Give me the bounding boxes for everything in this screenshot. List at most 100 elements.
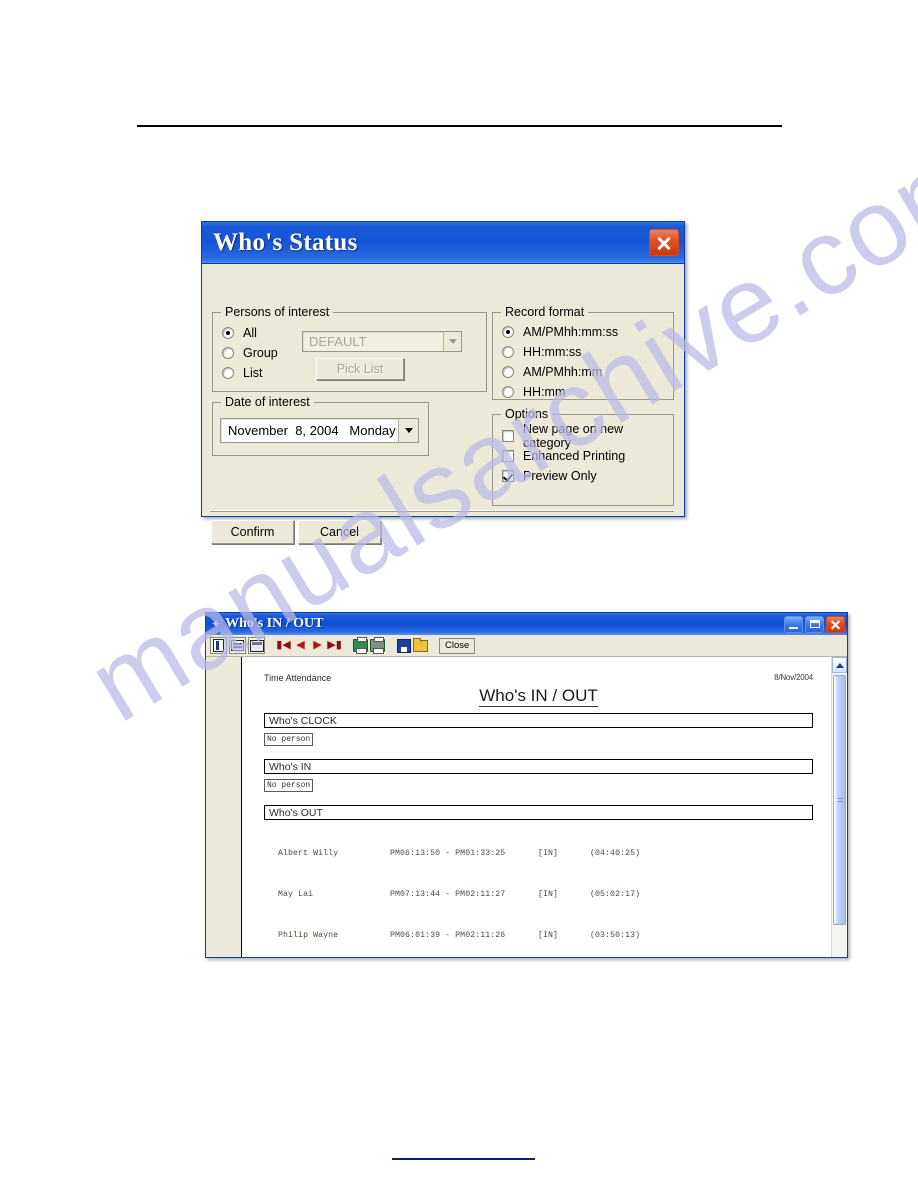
view-whole-page-icon[interactable] — [229, 637, 246, 654]
radio-list-icon — [222, 367, 234, 379]
checkbox-preview-only-label: Preview Only — [523, 469, 597, 483]
preview-titlebar: ✦ Who's IN / OUT — [206, 613, 847, 635]
group-select[interactable]: DEFAULT — [302, 331, 462, 352]
whos-in-out-window: ✦ Who's IN / OUT ▮◀ ◀ ▶ ▶▮ Close Time At… — [205, 612, 848, 958]
dialog-title: Who's Status — [213, 228, 358, 256]
radio-all-icon — [222, 327, 234, 339]
report-title: Who's IN / OUT — [479, 686, 598, 707]
row-duration: (04:40:25) — [590, 849, 641, 859]
report-header: Time Attendance 8/Nov/2004 — [264, 673, 813, 683]
preview-client-area: Time Attendance 8/Nov/2004 Who's IN / OU… — [206, 657, 847, 957]
caption-buttons — [784, 615, 845, 633]
options-group: Options New page on new category Enhance… — [492, 407, 674, 506]
view-single-page-icon[interactable] — [210, 637, 227, 654]
row-flag: [IN] — [538, 889, 559, 899]
confirm-button[interactable]: Confirm — [211, 520, 294, 544]
view-two-page-icon[interactable] — [248, 637, 265, 654]
radio-list[interactable]: List — [222, 363, 278, 383]
radio-list-label: List — [243, 366, 263, 380]
radio-hh-mm-icon — [502, 386, 514, 398]
radio-group-label: Group — [243, 346, 278, 360]
persons-of-interest-group: Persons of interest All Group List DEFAU… — [212, 305, 487, 392]
persons-of-interest-legend: Persons of interest — [221, 305, 334, 319]
close-icon[interactable] — [649, 229, 679, 256]
cancel-button[interactable]: Cancel — [298, 520, 381, 544]
row-times: PM07:13:44 - PM02:11:27 — [390, 889, 506, 899]
radio-ampm-hhmmss-label: AM/PMhh:mm:ss — [523, 325, 619, 339]
radio-ampm-hhmmss[interactable]: AM/PMhh:mm:ss — [502, 322, 618, 342]
pick-list-button[interactable]: Pick List — [316, 358, 404, 380]
preview-left-margin — [206, 657, 242, 957]
row-times: PM06:13:50 - PM01:33:25 — [390, 849, 506, 859]
section-tally: No person — [264, 779, 314, 792]
section-heading: Who's CLOCK — [264, 713, 813, 728]
print-icon[interactable] — [353, 637, 368, 654]
dialog-body: Persons of interest All Group List DEFAU… — [202, 264, 684, 544]
first-page-icon[interactable]: ▮◀ — [276, 638, 291, 653]
checkbox-new-page-on-new-category[interactable]: New page on new category — [502, 422, 673, 450]
radio-ampm-hhmm-label: AM/PMhh:mm — [523, 365, 603, 379]
radio-hh-mm-ss[interactable]: HH:mm:ss — [502, 342, 618, 362]
radio-all-label: All — [243, 326, 257, 340]
report-header-date: 8/Nov/2004 — [774, 673, 813, 682]
preview-title: Who's IN / OUT — [225, 616, 324, 631]
table-row: Philip Wayne PM06:01:39 - PM02:11:26 [IN] (… — [278, 929, 813, 943]
record-format-group: Record format AM/PMhh:mm:ss HH:mm:ss AM/… — [492, 305, 674, 402]
chevron-down-icon[interactable] — [443, 332, 461, 351]
row-name: May Lai — [278, 889, 314, 899]
chevron-down-icon[interactable] — [398, 419, 418, 442]
scroll-up-icon[interactable] — [832, 657, 847, 673]
dialog-titlebar: Who's Status — [202, 222, 684, 264]
radio-ampm-hhmmss-icon — [502, 326, 514, 338]
close-icon[interactable] — [826, 615, 845, 633]
table-row: May Lai PM07:13:44 - PM02:11:27 [IN] (05:02… — [278, 888, 813, 902]
date-of-interest-legend: Date of interest — [221, 395, 314, 409]
report-section: Who's CLOCK No person — [264, 713, 813, 746]
report-rows: Albert Willy PM06:13:50 - PM01:33:25 [IN] (… — [264, 820, 813, 957]
date-picker-value: November 8, 2004 Monday — [228, 423, 396, 438]
row-name: Philip Wayne — [278, 930, 339, 940]
app-icon: ✦ — [211, 616, 222, 631]
radio-ampm-hhmm-icon — [502, 366, 514, 378]
report-body: Time Attendance 8/Nov/2004 Who's IN / OU… — [242, 657, 831, 957]
save-icon[interactable] — [396, 638, 411, 653]
close-button[interactable]: Close — [439, 637, 476, 654]
preview-toolbar: ▮◀ ◀ ▶ ▶▮ Close — [206, 635, 847, 657]
checkbox-enhanced-printing-label: Enhanced Printing — [523, 449, 626, 463]
row-duration: (03:50:13) — [590, 930, 641, 940]
table-row: Albert Willy PM06:13:50 - PM01:33:25 [IN] (… — [278, 847, 813, 861]
radio-group[interactable]: Group — [222, 343, 278, 363]
radio-group-icon — [222, 347, 234, 359]
section-heading: Who's IN — [264, 759, 813, 774]
radio-all[interactable]: All — [222, 323, 278, 343]
vertical-scrollbar[interactable] — [831, 657, 847, 957]
radio-hh-mm[interactable]: HH:mm — [502, 382, 618, 402]
row-name: Albert Willy — [278, 849, 339, 859]
date-of-interest-group: Date of interest November 8, 2004 Monday — [212, 395, 429, 456]
checkbox-enhanced-printing-icon — [502, 450, 514, 462]
date-picker[interactable]: November 8, 2004 Monday — [220, 418, 419, 443]
next-page-icon[interactable]: ▶ — [310, 638, 325, 653]
row-flag: [IN] — [538, 930, 559, 940]
maximize-icon[interactable] — [805, 615, 824, 633]
scrollbar-thumb[interactable] — [833, 675, 846, 925]
options-legend: Options — [501, 407, 553, 421]
radio-hh-mm-ss-label: HH:mm:ss — [523, 345, 582, 359]
row-flag: [IN] — [538, 849, 559, 859]
printer-setup-icon[interactable] — [370, 637, 385, 654]
report-header-left: Time Attendance — [264, 673, 332, 683]
row-times: PM06:01:39 - PM02:11:26 — [390, 930, 506, 940]
whos-status-dialog: Who's Status Persons of interest All Gro… — [201, 221, 685, 544]
minimize-icon[interactable] — [784, 615, 803, 633]
checkbox-preview-only[interactable]: Preview Only — [502, 466, 673, 486]
checkbox-new-page-label: New page on new category — [523, 422, 624, 450]
checkbox-new-page-icon — [502, 430, 514, 442]
open-icon[interactable] — [413, 637, 428, 653]
group-select-value: DEFAULT — [309, 334, 367, 349]
previous-page-icon[interactable]: ◀ — [293, 638, 308, 653]
radio-hh-mm-ss-icon — [502, 346, 514, 358]
last-page-icon[interactable]: ▶▮ — [327, 638, 342, 653]
checkbox-preview-only-icon — [502, 470, 514, 482]
page-footer-rule — [392, 1158, 535, 1160]
radio-ampm-hhmm[interactable]: AM/PMhh:mm — [502, 362, 618, 382]
